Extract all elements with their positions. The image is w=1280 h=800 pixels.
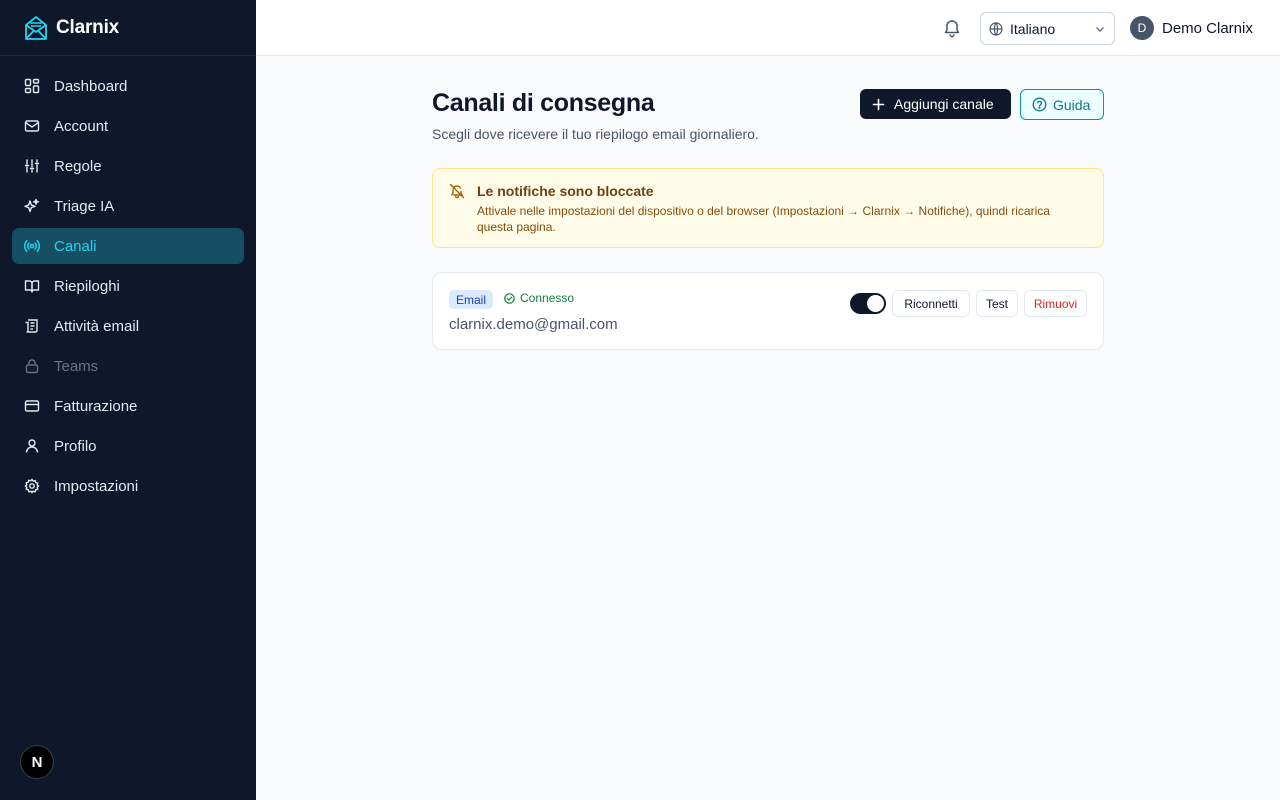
sidebar-item-attivita-email[interactable]: Attività email xyxy=(12,308,244,344)
guide-button[interactable]: Guida xyxy=(1020,89,1104,120)
add-channel-button[interactable]: Aggiungi canale xyxy=(860,89,1011,119)
remove-button[interactable]: Rimuovi xyxy=(1024,290,1087,317)
sidebar: Clarnix Dashboard Account Regole Triage … xyxy=(0,0,256,800)
sidebar-item-dashboard[interactable]: Dashboard xyxy=(12,68,244,104)
credit-card-icon xyxy=(24,400,40,412)
sidebar-item-label: Fatturazione xyxy=(54,397,138,415)
toggle-knob xyxy=(867,295,884,312)
sidebar-nav: Dashboard Account Regole Triage IA Canal… xyxy=(0,56,256,520)
sidebar-item-label: Teams xyxy=(54,357,99,375)
sidebar-item-regole[interactable]: Regole xyxy=(12,148,244,184)
sidebar-item-teams: Teams xyxy=(12,348,244,384)
sidebar-item-impostazioni[interactable]: Impostazioni xyxy=(12,468,244,504)
alert-body: Attivale nelle impostazioni del disposit… xyxy=(477,204,1050,234)
sidebar-item-label: Regole xyxy=(54,157,102,175)
sidebar-item-fatturazione[interactable]: Fatturazione xyxy=(12,388,244,424)
activity-icon xyxy=(25,319,38,333)
channel-card-email: Email Connesso clarnix.demo@gmail.com Ri… xyxy=(432,272,1104,350)
envelope-logo-icon xyxy=(25,15,47,40)
brand-name: Clarnix xyxy=(56,16,120,38)
check-circle-icon xyxy=(504,292,515,304)
test-button[interactable]: Test xyxy=(976,290,1018,317)
chevron-down-icon xyxy=(1096,27,1104,32)
user-icon xyxy=(25,439,39,453)
sidebar-item-label: Attività email xyxy=(54,317,140,335)
help-circle-icon xyxy=(1032,97,1047,112)
channel-type-badge: Email xyxy=(449,290,494,309)
add-channel-label: Aggiungi canale xyxy=(894,96,994,112)
plus-icon xyxy=(872,98,885,110)
topbar: Italiano D Demo Clarnix xyxy=(256,0,1280,56)
sidebar-item-triage-ia[interactable]: Triage IA xyxy=(12,188,244,224)
bell-icon[interactable] xyxy=(942,18,962,38)
sidebar-item-label: Canali xyxy=(54,237,97,255)
globe-icon xyxy=(989,21,1003,36)
sidebar-item-canali[interactable]: Canali xyxy=(12,228,244,264)
language-value: Italiano xyxy=(1010,20,1056,37)
language-select[interactable]: Italiano xyxy=(980,12,1115,45)
bell-off-icon xyxy=(449,183,465,199)
sidebar-item-label: Dashboard xyxy=(54,77,128,95)
sparkles-icon xyxy=(24,198,39,213)
sidebar-item-riepiloghi[interactable]: Riepiloghi xyxy=(12,268,244,304)
sidebar-item-label: Impostazioni xyxy=(54,477,139,495)
notifications-blocked-alert: Le notifiche sono bloccate Attivale nell… xyxy=(432,168,1104,248)
sidebar-item-account[interactable]: Account xyxy=(12,108,244,144)
gear-icon xyxy=(24,478,40,494)
status-label: Connesso xyxy=(520,291,575,305)
mail-icon xyxy=(24,120,40,132)
broadcast-icon xyxy=(24,240,40,252)
channel-address: clarnix.demo@gmail.com xyxy=(449,316,618,333)
sidebar-item-label: Profilo xyxy=(54,437,97,455)
status-badge: Connesso xyxy=(504,291,574,305)
channel-enabled-toggle[interactable] xyxy=(850,293,886,314)
sidebar-item-label: Riepiloghi xyxy=(54,277,120,295)
sidebar-item-label: Triage IA xyxy=(54,197,115,215)
sliders-icon xyxy=(24,159,40,173)
sidebar-item-profilo[interactable]: Profilo xyxy=(12,428,244,464)
page-subtitle: Scegli dove ricevere il tuo riepilogo em… xyxy=(432,126,759,142)
brand[interactable]: Clarnix xyxy=(0,0,256,56)
book-icon xyxy=(24,280,40,293)
user-name: Demo Clarnix xyxy=(1162,19,1253,37)
reconnect-button[interactable]: Riconnetti xyxy=(892,290,970,317)
lock-icon xyxy=(25,359,39,374)
dev-tools-badge[interactable]: N xyxy=(20,745,54,779)
user-menu[interactable]: D Demo Clarnix xyxy=(1130,16,1253,40)
alert-title: Le notifiche sono bloccate xyxy=(477,183,654,199)
sidebar-item-label: Account xyxy=(54,117,109,135)
avatar: D xyxy=(1130,16,1154,40)
page-title: Canali di consegna xyxy=(432,89,655,117)
dashboard-icon xyxy=(24,78,40,94)
guide-label: Guida xyxy=(1053,96,1091,113)
